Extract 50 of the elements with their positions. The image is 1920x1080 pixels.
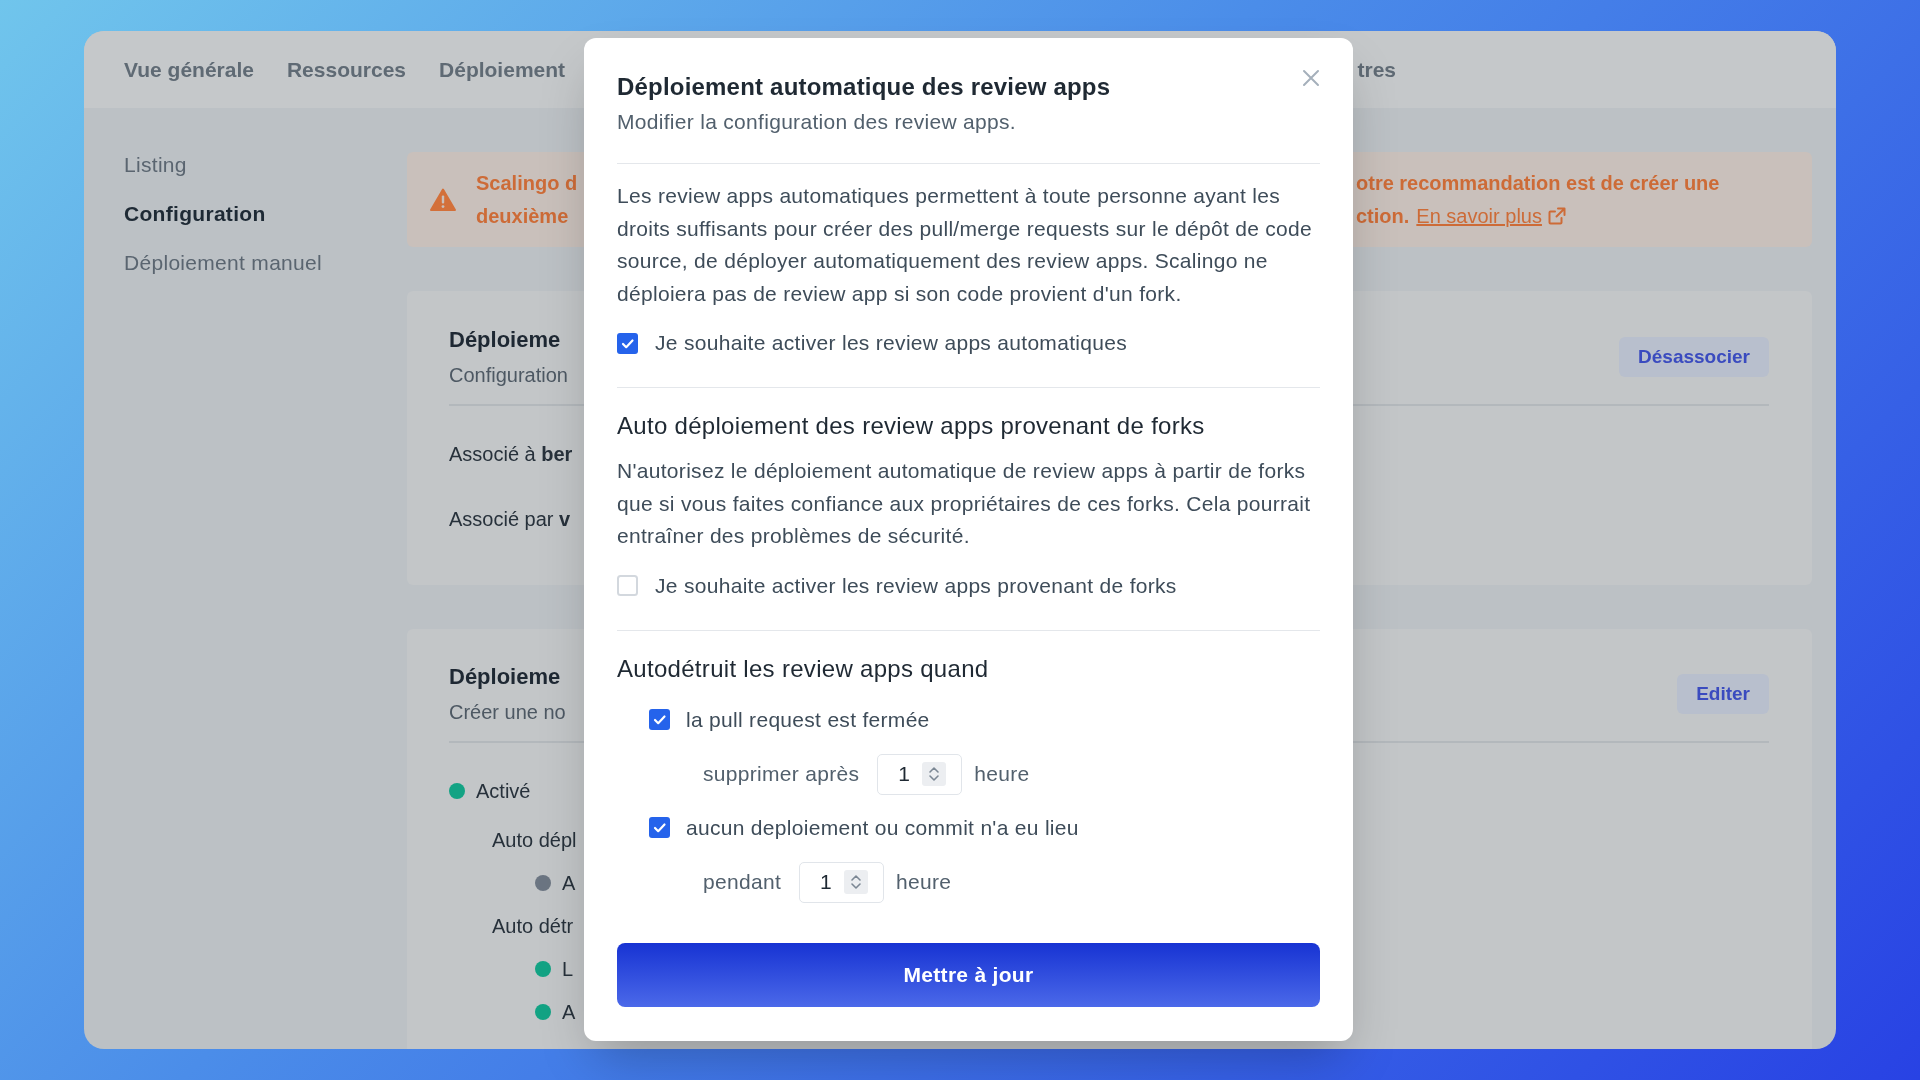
checkbox[interactable]	[649, 817, 670, 838]
field-label: pendant	[703, 869, 781, 895]
status-text: Auto dépl	[492, 828, 577, 853]
card-title: Déploieme	[449, 663, 561, 691]
sidebar-item[interactable]: Configuration	[124, 200, 266, 228]
card-action-button[interactable]: Désassocier	[1619, 337, 1769, 377]
checkbox[interactable]	[617, 332, 638, 354]
nav-tab[interactable]: Déploiement	[439, 55, 566, 84]
detail-text: Associé à ber	[449, 442, 573, 467]
learn-more-link[interactable]: En savoir plus	[1416, 199, 1542, 233]
section-heading: Autodétruit les review apps quand	[617, 653, 989, 684]
warning-text: Scalingo d	[476, 170, 578, 196]
stepper-icon[interactable]	[844, 869, 868, 894]
external-link-icon[interactable]	[1546, 206, 1567, 226]
card-subtitle: Configuration	[449, 363, 568, 388]
checkbox-label: aucun deploiement ou commit n'a eu lieu	[686, 814, 1079, 841]
unit-label: heure	[974, 761, 1030, 787]
status-text: L	[562, 957, 574, 982]
close-icon[interactable]	[1302, 69, 1320, 87]
warning-icon	[430, 188, 456, 211]
warning-text: otre recommandation est de créer une	[1356, 170, 1720, 196]
nav-tab[interactable]: tres	[1357, 55, 1396, 84]
card-subtitle: Créer une no	[449, 700, 566, 725]
status-text: Auto détr	[492, 914, 574, 939]
stepper-icon[interactable]	[922, 761, 947, 786]
nav-tab[interactable]: Ressources	[286, 55, 407, 84]
sidebar-item[interactable]: Listing	[124, 151, 187, 179]
section-heading: Auto déploiement des review apps provenant de forks	[617, 411, 1205, 441]
warning-text: ction.	[1356, 203, 1410, 229]
update-button[interactable]: Mettre à jour	[617, 942, 1320, 1007]
checkbox-label: Je souhaite activer les review apps automatiques	[655, 330, 1127, 356]
card-action-button[interactable]: Editer	[1677, 674, 1769, 714]
card-title: Déploieme	[449, 326, 561, 354]
checkbox-label: Je souhaite activer les review apps provenant de forks	[655, 572, 1177, 599]
description-text: Les review apps automatiques permettent à toute personne ayant les droits suffisants pour créer des pull/merge requests sur le dépôt de code source, de déployer automatiquement des review apps. Scalingo ne déploiera pas de review app si son code provient d'un fork.	[617, 183, 1314, 307]
status-text: Activé	[476, 779, 531, 804]
warning-text: deuxième	[476, 203, 569, 229]
description-text: N'autorisez le déploiement automatique de review apps à partir de forks que si vous faites confiance aux propriétaires de ces forks. Cela pourrait entraîner des problèmes de sécurité.	[617, 458, 1312, 549]
field-label: supprimer après	[703, 761, 860, 787]
detail-text: Associé par v	[449, 507, 571, 532]
checkbox[interactable]	[649, 709, 670, 730]
status-text: A	[562, 1000, 576, 1025]
dialog-title: Déploiement automatique des review apps	[617, 72, 1111, 102]
checkbox[interactable]	[617, 575, 638, 596]
sidebar-item[interactable]: Déploiement manuel	[124, 249, 322, 277]
dialog-subtitle: Modifier la configuration des review apps.	[617, 109, 1016, 135]
checkbox-label: la pull request est fermée	[686, 706, 930, 733]
unit-label: heure	[896, 869, 952, 895]
status-text: A	[562, 871, 576, 896]
nav-tab[interactable]: Vue générale	[124, 55, 254, 84]
